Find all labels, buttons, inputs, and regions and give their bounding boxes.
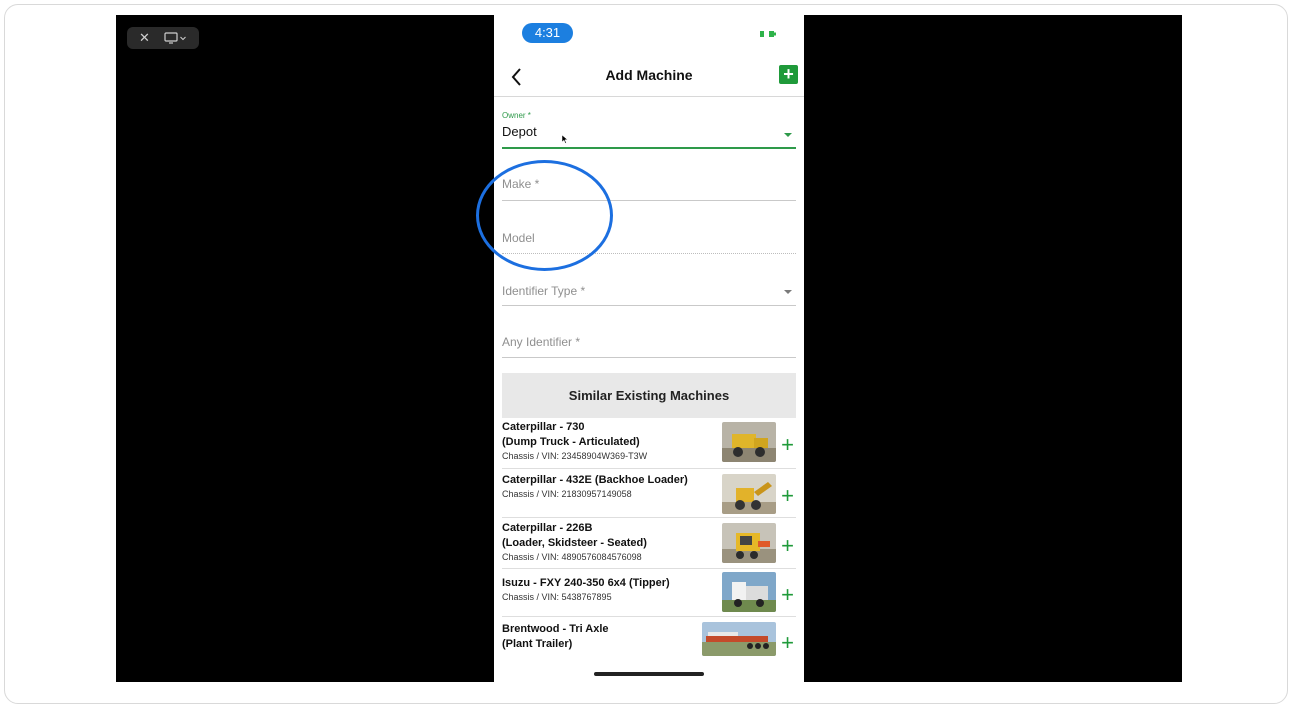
dropdown-caret-icon bbox=[784, 133, 792, 137]
identifier-type-select[interactable]: Identifier Type * bbox=[502, 284, 796, 306]
status-time: 4:31 bbox=[522, 23, 573, 43]
home-indicator bbox=[594, 672, 704, 676]
screen-share-icon[interactable] bbox=[164, 32, 186, 44]
plus-icon[interactable]: + bbox=[781, 584, 794, 606]
add-machine-button[interactable]: + bbox=[779, 65, 798, 84]
any-identifier-input[interactable]: Any Identifier * bbox=[502, 335, 796, 358]
list-item[interactable]: Caterpillar - 730 (Dump Truck - Articula… bbox=[502, 420, 796, 469]
list-item[interactable]: Caterpillar - 226B (Loader, Skidsteer - … bbox=[502, 521, 796, 569]
owner-select[interactable]: Owner * Depot bbox=[502, 111, 796, 149]
list-item[interactable]: Isuzu - FXY 240-350 6x4 (Tipper) Chassis… bbox=[502, 572, 796, 617]
owner-value: Depot bbox=[502, 124, 537, 139]
page-title: Add Machine bbox=[605, 67, 693, 83]
nav-bar: Add Machine + bbox=[494, 57, 804, 97]
list-item[interactable]: Brentwood - Tri Axle (Plant Trailer) + bbox=[502, 622, 796, 662]
machine-thumbnail bbox=[722, 474, 776, 514]
plus-icon[interactable]: + bbox=[781, 485, 794, 507]
similar-machines-header: Similar Existing Machines bbox=[502, 373, 796, 418]
mouse-cursor-icon bbox=[562, 135, 568, 144]
highlight-circle bbox=[476, 160, 613, 271]
any-identifier-placeholder: Any Identifier * bbox=[502, 335, 581, 349]
plus-icon[interactable]: + bbox=[781, 535, 794, 557]
machine-thumbnail bbox=[702, 622, 776, 656]
close-icon[interactable]: ✕ bbox=[139, 30, 150, 46]
plus-icon[interactable]: + bbox=[781, 632, 794, 654]
viewer-controls: ✕ bbox=[127, 27, 199, 49]
plus-icon[interactable]: + bbox=[781, 434, 794, 456]
owner-label: Owner * bbox=[502, 111, 531, 120]
machine-thumbnail bbox=[722, 523, 776, 563]
machine-thumbnail bbox=[722, 572, 776, 612]
chevron-down-icon bbox=[180, 36, 186, 40]
dropdown-caret-icon bbox=[784, 290, 792, 294]
identifier-type-placeholder: Identifier Type * bbox=[502, 284, 586, 298]
list-item[interactable]: Caterpillar - 432E (Backhoe Loader) Chas… bbox=[502, 473, 796, 518]
phone-screen: 4:31 Add Machine + Owner * Depot Make * … bbox=[494, 15, 804, 682]
machine-thumbnail bbox=[722, 422, 776, 462]
battery-icon bbox=[760, 31, 776, 37]
